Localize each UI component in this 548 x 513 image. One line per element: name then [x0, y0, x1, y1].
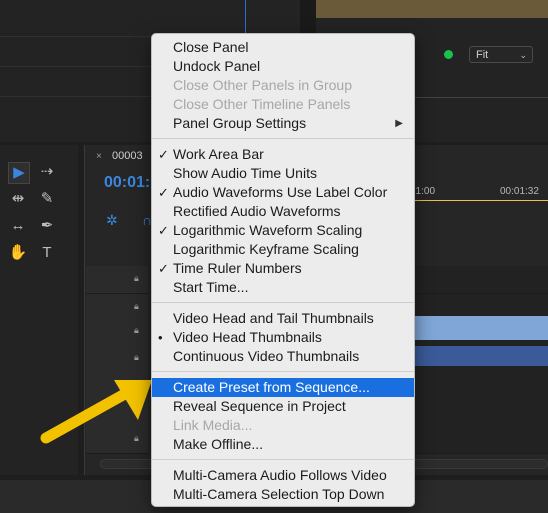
type-tool-icon[interactable]: T — [37, 243, 57, 263]
checkmark-icon: ✓ — [158, 223, 169, 238]
menu-item-label: Panel Group Settings — [173, 115, 307, 131]
menu-item-label: Video Head and Tail Thumbnails — [173, 310, 374, 326]
menu-item-reveal-sequence-in-project[interactable]: Reveal Sequence in Project — [152, 397, 414, 416]
menu-item-label: Reveal Sequence in Project — [173, 398, 346, 414]
lock-icon[interactable]: 🔒︎ — [134, 352, 139, 363]
lock-icon[interactable]: 🔒︎ — [134, 301, 139, 312]
monitor-ruler[interactable] — [414, 85, 548, 98]
nest-sequence-icon[interactable]: ✲ — [106, 212, 118, 229]
menu-separator — [152, 459, 414, 460]
menu-separator — [152, 302, 414, 303]
menu-item-label: Work Area Bar — [173, 146, 264, 162]
pen-tool-icon[interactable]: ✒ — [37, 216, 57, 236]
ripple-edit-tool-icon[interactable]: ⇹ — [8, 189, 28, 209]
menu-item-label: Time Ruler Numbers — [173, 260, 302, 276]
menu-item-label: Logarithmic Waveform Scaling — [173, 222, 363, 238]
menu-item-label: Show Audio Time Units — [173, 165, 317, 181]
menu-item-logarithmic-keyframe-scaling[interactable]: Logarithmic Keyframe Scaling — [152, 240, 414, 259]
menu-item-label: Continuous Video Thumbnails — [173, 348, 360, 364]
menu-item-label: Multi-Camera Audio Follows Video — [173, 467, 387, 483]
selection-tool-icon[interactable]: ▶ — [8, 162, 30, 184]
zoom-fit-dropdown[interactable]: Fit ⌄ — [469, 46, 533, 63]
close-tab-icon[interactable]: × — [96, 151, 102, 162]
monitor-video-frame — [316, 0, 548, 18]
menu-item-label: Close Panel — [173, 39, 249, 55]
annotation-arrow-icon — [40, 380, 152, 444]
ruler-label: 00:01:32 — [500, 186, 539, 197]
menu-item-show-audio-time-units[interactable]: Show Audio Time Units — [152, 164, 414, 183]
menu-item-make-offline[interactable]: Make Offline... — [152, 435, 414, 454]
checkmark-icon: ✓ — [158, 261, 169, 276]
menu-item-label: Create Preset from Sequence... — [173, 379, 370, 395]
chevron-down-icon: ⌄ — [519, 50, 527, 60]
menu-separator — [152, 138, 414, 139]
sequence-tab[interactable]: 00003 — [112, 150, 143, 162]
lock-icon[interactable]: 🔒︎ — [134, 325, 139, 336]
menu-separator — [152, 371, 414, 372]
menu-item-undock-panel[interactable]: Undock Panel — [152, 57, 414, 76]
lock-icon[interactable]: 🔒︎ — [134, 273, 139, 284]
submenu-arrow-icon: ▶ — [395, 118, 403, 129]
menu-item-close-other-panels-in-group: Close Other Panels in Group — [152, 76, 414, 95]
menu-item-multi-camera-audio-follows-video[interactable]: Multi-Camera Audio Follows Video — [152, 466, 414, 485]
menu-item-panel-group-settings[interactable]: Panel Group Settings ▶ — [152, 114, 414, 133]
checkmark-icon: ✓ — [158, 185, 169, 200]
track-select-tool-icon[interactable]: ⇢ — [37, 162, 57, 182]
checkmark-icon: ✓ — [158, 147, 169, 162]
menu-item-label: Start Time... — [173, 279, 249, 295]
context-menu: Close Panel Undock Panel Close Other Panel… — [151, 33, 415, 507]
menu-item-label: Video Head Thumbnails — [173, 329, 322, 345]
menu-item-link-media: Link Media... — [152, 416, 414, 435]
menu-item-multi-camera-selection-top-down[interactable]: Multi-Camera Selection Top Down — [152, 485, 414, 504]
menu-item-label: Audio Waveforms Use Label Color — [173, 184, 388, 200]
menu-item-close-panel[interactable]: Close Panel — [152, 38, 414, 57]
slip-tool-icon[interactable]: ↔ — [8, 216, 28, 236]
radio-dot-icon: • — [158, 330, 163, 345]
menu-item-start-time[interactable]: Start Time... — [152, 278, 414, 297]
menu-item-continuous-video-thumbnails[interactable]: Continuous Video Thumbnails — [152, 347, 414, 366]
menu-item-create-preset-from-sequence[interactable]: Create Preset from Sequence... — [152, 378, 414, 397]
menu-item-label: Multi-Camera Selection Top Down — [173, 486, 385, 502]
menu-item-close-other-timeline-panels: Close Other Timeline Panels — [152, 95, 414, 114]
menu-item-label: Logarithmic Keyframe Scaling — [173, 241, 359, 257]
menu-item-video-head-and-tail-thumbnails[interactable]: Video Head and Tail Thumbnails — [152, 309, 414, 328]
razor-tool-icon[interactable]: ✎ — [37, 189, 57, 209]
menu-item-label: Rectified Audio Waveforms — [173, 203, 341, 219]
menu-item-label: Undock Panel — [173, 58, 261, 74]
menu-item-time-ruler-numbers[interactable]: ✓ Time Ruler Numbers — [152, 259, 414, 278]
timeline-timecode[interactable]: 00:01: — [104, 174, 150, 192]
menu-item-rectified-audio-waveforms[interactable]: Rectified Audio Waveforms — [152, 202, 414, 221]
menu-item-logarithmic-waveform-scaling[interactable]: ✓ Logarithmic Waveform Scaling — [152, 221, 414, 240]
menu-item-label: Close Other Panels in Group — [173, 77, 352, 93]
zoom-fit-label: Fit — [476, 49, 489, 61]
menu-item-work-area-bar[interactable]: ✓ Work Area Bar — [152, 145, 414, 164]
menu-item-label: Make Offline... — [173, 436, 264, 452]
menu-item-audio-waveforms-use-label-color[interactable]: ✓ Audio Waveforms Use Label Color — [152, 183, 414, 202]
status-dot-icon — [444, 50, 453, 59]
menu-item-video-head-thumbnails[interactable]: • Video Head Thumbnails — [152, 328, 414, 347]
hand-tool-icon[interactable]: ✋ — [8, 243, 28, 263]
menu-item-label: Close Other Timeline Panels — [173, 96, 351, 112]
menu-item-label: Link Media... — [173, 417, 253, 433]
